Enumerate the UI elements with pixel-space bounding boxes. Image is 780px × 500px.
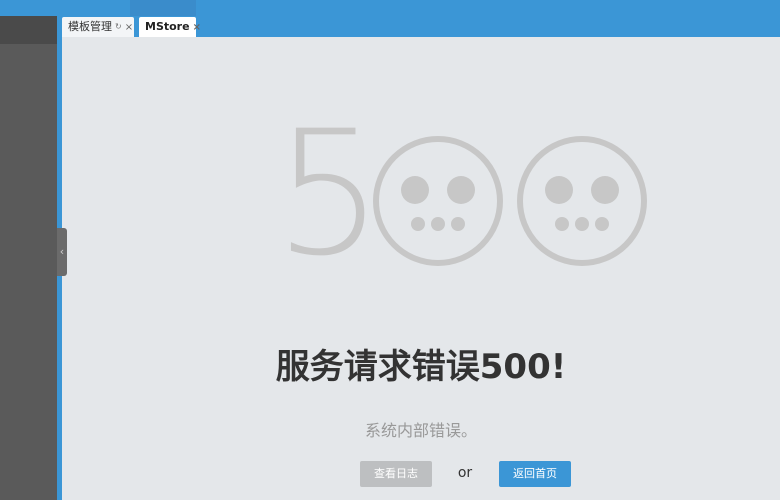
sad-face-icon <box>373 136 503 266</box>
close-icon[interactable]: × <box>125 22 133 33</box>
reload-icon[interactable]: ↻ <box>115 22 122 31</box>
or-separator: or <box>457 465 473 481</box>
back-to-home-button[interactable]: 返回首页 <box>499 461 571 487</box>
tab-label: MStore <box>145 20 190 33</box>
tab-bar: 模板管理 ↻ × MStore × <box>57 16 780 37</box>
sidebar-header <box>0 16 57 44</box>
tab-label: 模板管理 <box>68 20 112 33</box>
error-code-digit: 5 <box>274 93 384 294</box>
tab-template-management[interactable]: 模板管理 ↻ × <box>62 17 134 37</box>
sidebar-collapse-handle[interactable]: ‹ <box>57 228 67 276</box>
error-message: 系统内部错误。 <box>364 421 477 440</box>
chevron-left-icon: ‹ <box>59 245 65 258</box>
view-log-button[interactable]: 查看日志 <box>360 461 432 487</box>
tab-mstore[interactable]: MStore × <box>139 17 201 37</box>
sidebar <box>0 16 57 500</box>
close-icon[interactable]: × <box>193 22 201 33</box>
error-heading: 服务请求错误500! <box>275 347 567 387</box>
sad-face-icon <box>517 136 647 266</box>
top-nav-active-item[interactable] <box>130 0 196 16</box>
error-page: 5 服务请求错误500! 系统内部错误。 查看日志 or 返回首页 <box>62 37 780 500</box>
top-navbar <box>0 0 780 16</box>
